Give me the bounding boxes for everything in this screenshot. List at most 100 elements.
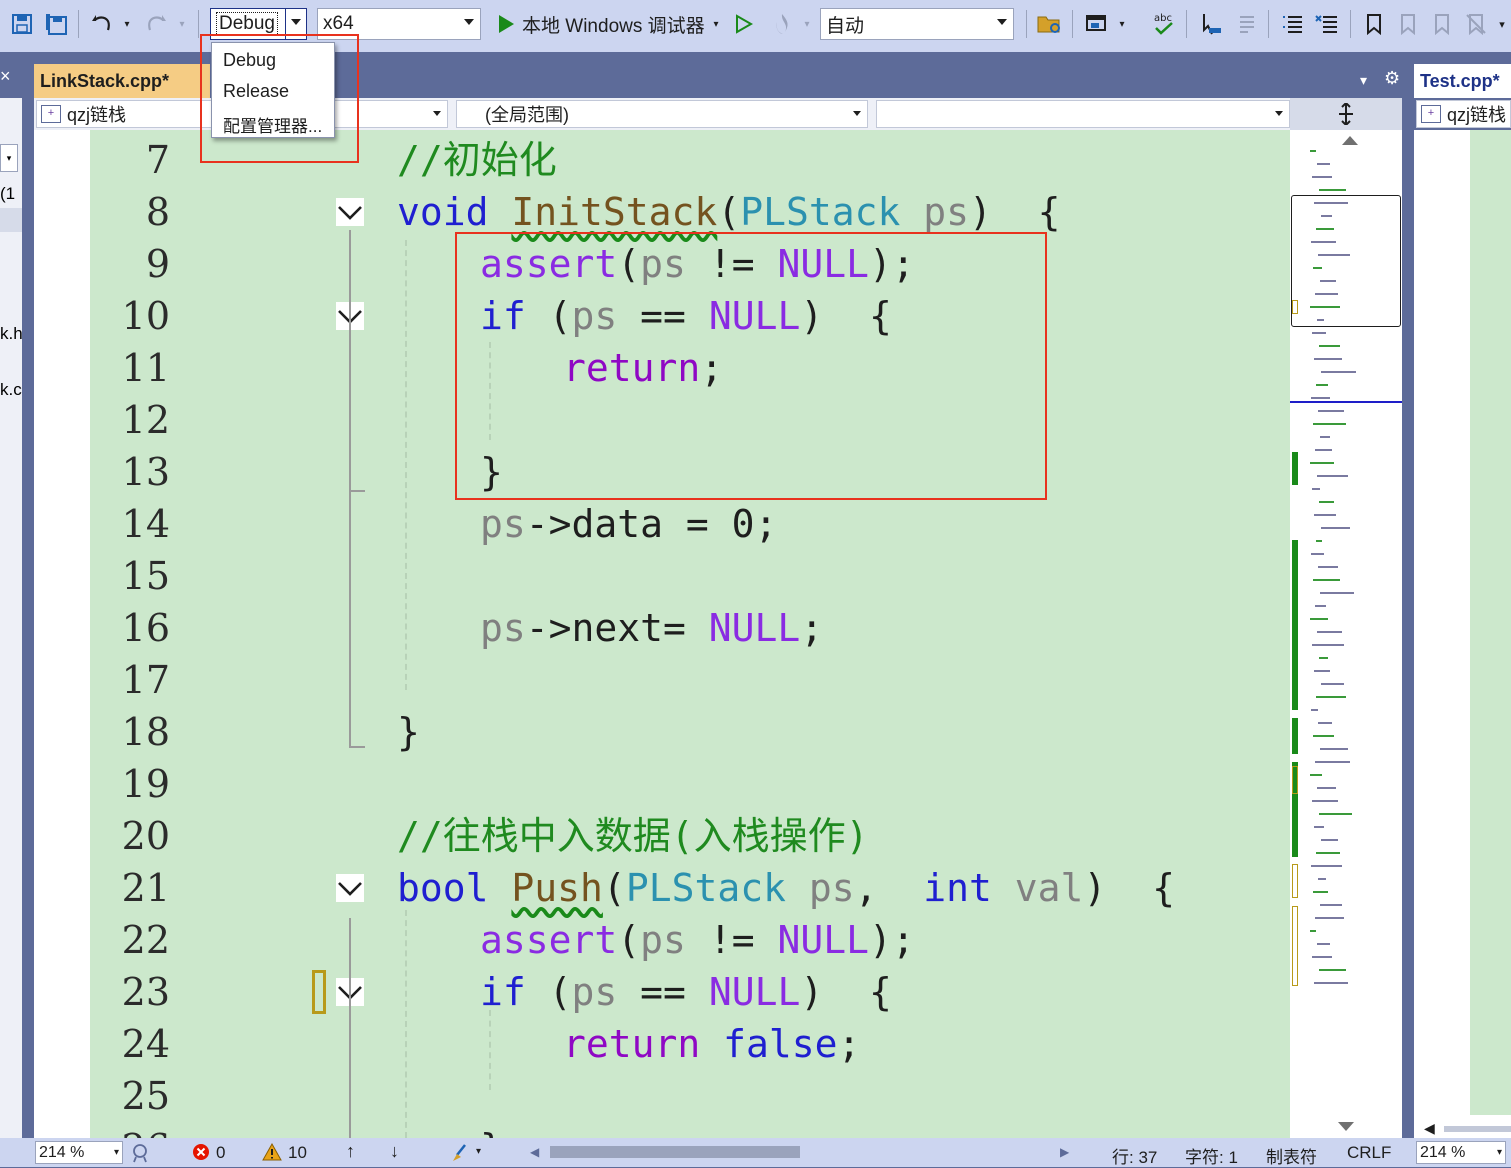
- code-line: return false;: [563, 1018, 860, 1070]
- right-zoom-combobox[interactable]: 214 % ▾: [1416, 1141, 1506, 1164]
- indent-guide: [405, 240, 407, 690]
- tab-test-cpp[interactable]: Test.cpp*: [1414, 64, 1511, 98]
- code-cleanup-icon[interactable]: [450, 1143, 472, 1168]
- minimap-code-line: [1313, 579, 1340, 581]
- next-issue-icon[interactable]: ↓: [390, 1141, 399, 1162]
- tab-linkstack-cpp[interactable]: LinkStack.cpp*: [34, 64, 210, 98]
- open-folder-icon[interactable]: [1036, 8, 1064, 40]
- error-icon[interactable]: [192, 1143, 210, 1166]
- minimap-code-line: [1321, 683, 1344, 685]
- prev-issue-icon[interactable]: ↑: [346, 1141, 355, 1162]
- minimap-code-line: [1314, 358, 1342, 360]
- warning-icon[interactable]: [262, 1142, 282, 1166]
- minimap-code-line: [1316, 852, 1340, 854]
- comment-lines-icon[interactable]: [1278, 8, 1308, 40]
- fold-outline-end: [349, 490, 365, 492]
- code-line: //往栈中入数据(入栈操作): [397, 810, 869, 862]
- line-indicator[interactable]: 行: 37: [1112, 1143, 1157, 1168]
- code-token: ;: [837, 1022, 861, 1066]
- split-editor-icon[interactable]: [1290, 98, 1402, 130]
- intellicode-icon[interactable]: [130, 1143, 150, 1168]
- fold-outline-end: [349, 746, 365, 748]
- code-line: assert(ps != NULL);: [480, 914, 915, 966]
- minimap-code-line: [1310, 618, 1328, 620]
- char-indicator[interactable]: 字符: 1: [1185, 1143, 1238, 1168]
- indent-mode[interactable]: 制表符: [1266, 1143, 1317, 1168]
- minimap-code-line: [1314, 982, 1348, 984]
- minimap-code-line: [1310, 150, 1316, 152]
- scroll-left-icon[interactable]: ◀: [1424, 1120, 1435, 1137]
- cleanup-dropdown-icon[interactable]: ▾: [476, 1146, 481, 1157]
- change-indicator: [1292, 452, 1298, 485]
- scrollbar-map[interactable]: [1290, 130, 1402, 1138]
- tab-list-dropdown-icon[interactable]: ▾: [1360, 72, 1367, 89]
- layout-dropdown-icon[interactable]: ▾: [1114, 8, 1130, 40]
- redo-icon[interactable]: [142, 8, 170, 40]
- minimap-code-line: [1317, 631, 1342, 633]
- save-icon[interactable]: [8, 8, 36, 40]
- right-editor-pane[interactable]: ◀: [1414, 130, 1511, 1138]
- minimap-code-line: [1317, 475, 1348, 477]
- hscroll-left-icon[interactable]: ◀: [530, 1145, 539, 1159]
- window-layout-icon[interactable]: [1082, 8, 1112, 40]
- minimap-code-line: [1314, 670, 1330, 672]
- start-debug-button[interactable]: 本地 Windows 调试器: [522, 8, 706, 40]
- line-number: 13: [121, 450, 170, 494]
- save-all-icon[interactable]: [42, 8, 70, 40]
- code-token: NULL: [777, 918, 869, 962]
- toolbar-separator: [1026, 10, 1027, 38]
- code-token: ps: [923, 190, 970, 234]
- right-project-combobox[interactable]: + qzj链栈: [1416, 100, 1511, 128]
- code-line: ps->next= NULL;: [480, 602, 823, 654]
- hscroll-right-icon[interactable]: ▶: [1060, 1145, 1069, 1159]
- undo-icon[interactable]: [88, 8, 116, 40]
- collapse-chevron-icon[interactable]: [336, 874, 364, 902]
- line-number: 22: [121, 918, 170, 962]
- pane-splitter[interactable]: [1402, 130, 1414, 1138]
- start-without-debug-icon[interactable]: [732, 8, 756, 40]
- member-combobox[interactable]: [876, 100, 1290, 128]
- minimap-code-line: [1317, 319, 1324, 321]
- minimap-code-line: [1313, 891, 1328, 893]
- minimap-code-line: [1315, 605, 1326, 607]
- line-number: 24: [121, 1022, 170, 1066]
- horizontal-scroll-thumb[interactable]: [1444, 1126, 1511, 1132]
- minimap-code-line: [1319, 969, 1346, 971]
- highlight-box-code: [455, 232, 1047, 500]
- toolbar-overflow-icon[interactable]: ▾: [1494, 8, 1510, 40]
- debugger-dropdown-icon[interactable]: ▾: [709, 8, 723, 40]
- project-icon: +: [1421, 105, 1441, 123]
- start-debug-icon[interactable]: [494, 8, 518, 40]
- line-number: 16: [121, 606, 170, 650]
- solution-config-combobox[interactable]: 自动: [820, 8, 1014, 40]
- collapse-chevron-icon[interactable]: [336, 198, 364, 226]
- warning-count[interactable]: 10: [288, 1143, 307, 1163]
- code-token: PLStack: [740, 190, 901, 234]
- minimap-code-line: [1320, 280, 1336, 282]
- minimap-code-line: [1318, 254, 1350, 256]
- zoom-combobox[interactable]: 214 % ▾: [35, 1141, 123, 1164]
- scroll-down-icon[interactable]: [1338, 1122, 1354, 1131]
- settings-gear-icon[interactable]: ⚙: [1384, 68, 1400, 89]
- spell-check-icon[interactable]: abc: [1148, 8, 1178, 40]
- step-cursor-icon[interactable]: [1196, 8, 1226, 40]
- minimap-code-line: [1317, 943, 1330, 945]
- code-line: bool Push(PLStack ps, int val) {: [397, 862, 1175, 914]
- line-ending[interactable]: CRLF: [1347, 1143, 1391, 1163]
- code-token: ps: [571, 970, 618, 1014]
- code-token: //初始化: [397, 138, 557, 182]
- scope-combobox[interactable]: (全局范围): [456, 100, 868, 128]
- bookmark-icon[interactable]: [1360, 8, 1388, 40]
- minimap-code-line: [1312, 332, 1326, 334]
- minimap-code-line: [1319, 813, 1352, 815]
- hscroll-thumb[interactable]: [550, 1146, 800, 1158]
- code-token: int: [923, 866, 992, 910]
- uncomment-lines-icon[interactable]: [1312, 8, 1342, 40]
- close-pane-icon[interactable]: ×: [0, 66, 14, 94]
- undo-dropdown-icon[interactable]: ▾: [120, 8, 134, 40]
- error-count[interactable]: 0: [216, 1143, 225, 1163]
- config-value: Debug: [216, 12, 278, 36]
